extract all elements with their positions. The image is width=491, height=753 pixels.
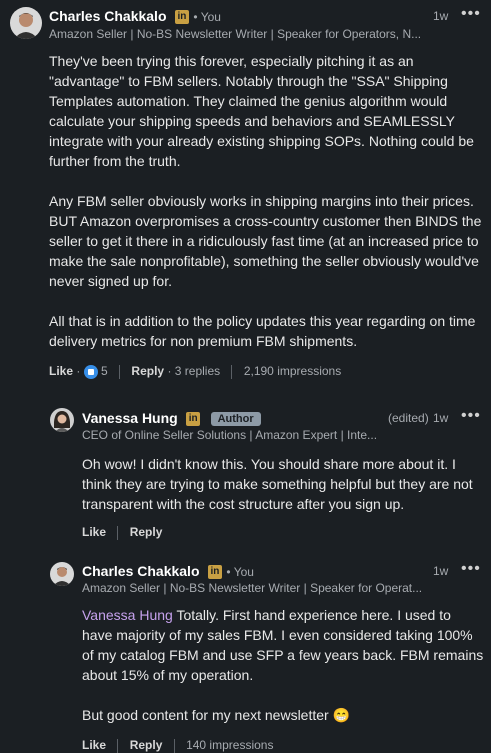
edited-label: (edited) bbox=[388, 411, 429, 425]
like-button[interactable]: Like bbox=[82, 525, 106, 539]
divider bbox=[117, 738, 119, 753]
linkedin-premium-icon: in bbox=[174, 9, 189, 24]
more-options-icon[interactable]: ••• bbox=[461, 560, 481, 578]
divider bbox=[119, 364, 121, 379]
author-headline: Amazon Seller | No-BS Newsletter Writer … bbox=[82, 581, 423, 595]
reply-header: Charles Chakkalo in • You bbox=[82, 563, 254, 581]
replies-count[interactable]: · 3 replies bbox=[167, 364, 220, 378]
reply-header: Vanessa Hung in Author bbox=[82, 410, 261, 428]
avatar[interactable] bbox=[50, 562, 74, 586]
reply-body: Vanessa Hung Totally. First hand experie… bbox=[82, 605, 485, 725]
reply-button[interactable]: Reply bbox=[131, 364, 164, 378]
comment-paragraph-1: They've been trying this forever, especi… bbox=[49, 53, 474, 169]
divider bbox=[173, 738, 175, 753]
impressions-count[interactable]: 2,190 impressions bbox=[244, 364, 341, 378]
timestamp: 1w bbox=[433, 411, 449, 425]
timestamp: 1w bbox=[433, 9, 449, 23]
like-dot: · bbox=[76, 364, 81, 378]
more-options-icon[interactable]: ••• bbox=[461, 407, 481, 425]
avatar-photo bbox=[10, 7, 42, 39]
impressions-count[interactable]: 140 impressions bbox=[186, 738, 273, 752]
author-headline: Amazon Seller | No-BS Newsletter Writer … bbox=[49, 27, 422, 41]
avatar-photo bbox=[50, 562, 74, 586]
like-button[interactable]: Like bbox=[49, 364, 73, 378]
author-name[interactable]: Vanessa Hung bbox=[82, 410, 178, 426]
reply-body: Oh wow! I didn't know this. You should s… bbox=[82, 456, 473, 512]
reply-actions: Like Reply bbox=[82, 525, 162, 540]
comment-body: They've been trying this forever, especi… bbox=[49, 51, 487, 371]
like-count[interactable]: 5 bbox=[101, 364, 108, 378]
divider bbox=[231, 364, 233, 379]
divider bbox=[117, 525, 119, 540]
timestamp: 1w bbox=[433, 564, 449, 578]
comment-paragraph-3: All that is in addition to the policy up… bbox=[49, 313, 476, 349]
reply-paragraph-2: But good content for my next newsletter … bbox=[82, 707, 351, 723]
reply-paragraph-1: Vanessa Hung Totally. First hand experie… bbox=[82, 605, 485, 685]
linkedin-premium-icon: in bbox=[186, 411, 201, 426]
author-headline: CEO of Online Seller Solutions | Amazon … bbox=[82, 428, 378, 442]
more-options-icon[interactable]: ••• bbox=[461, 5, 481, 23]
author-name[interactable]: Charles Chakkalo bbox=[49, 8, 167, 24]
author-name[interactable]: Charles Chakkalo bbox=[82, 563, 200, 579]
linkedin-premium-icon: in bbox=[207, 564, 222, 579]
reply-button[interactable]: Reply bbox=[130, 738, 163, 752]
like-reaction-icon bbox=[83, 364, 98, 379]
avatar-photo bbox=[50, 408, 74, 432]
reply-button[interactable]: Reply bbox=[130, 525, 163, 539]
author-badge: Author bbox=[210, 411, 261, 426]
mention-link[interactable]: Vanessa Hung bbox=[82, 607, 173, 623]
like-button[interactable]: Like bbox=[82, 738, 106, 752]
reply-actions: Like Reply 140 impressions bbox=[82, 738, 273, 753]
you-label: • You bbox=[226, 565, 254, 579]
avatar[interactable] bbox=[10, 7, 42, 39]
comment-actions: Like · 5 Reply · 3 replies 2,190 impress… bbox=[49, 364, 341, 379]
you-label: • You bbox=[193, 10, 221, 24]
comment-header: Charles Chakkalo in • You bbox=[49, 8, 221, 26]
avatar[interactable] bbox=[50, 408, 74, 432]
comment-paragraph-2: Any FBM seller obviously works in shippi… bbox=[49, 193, 482, 289]
